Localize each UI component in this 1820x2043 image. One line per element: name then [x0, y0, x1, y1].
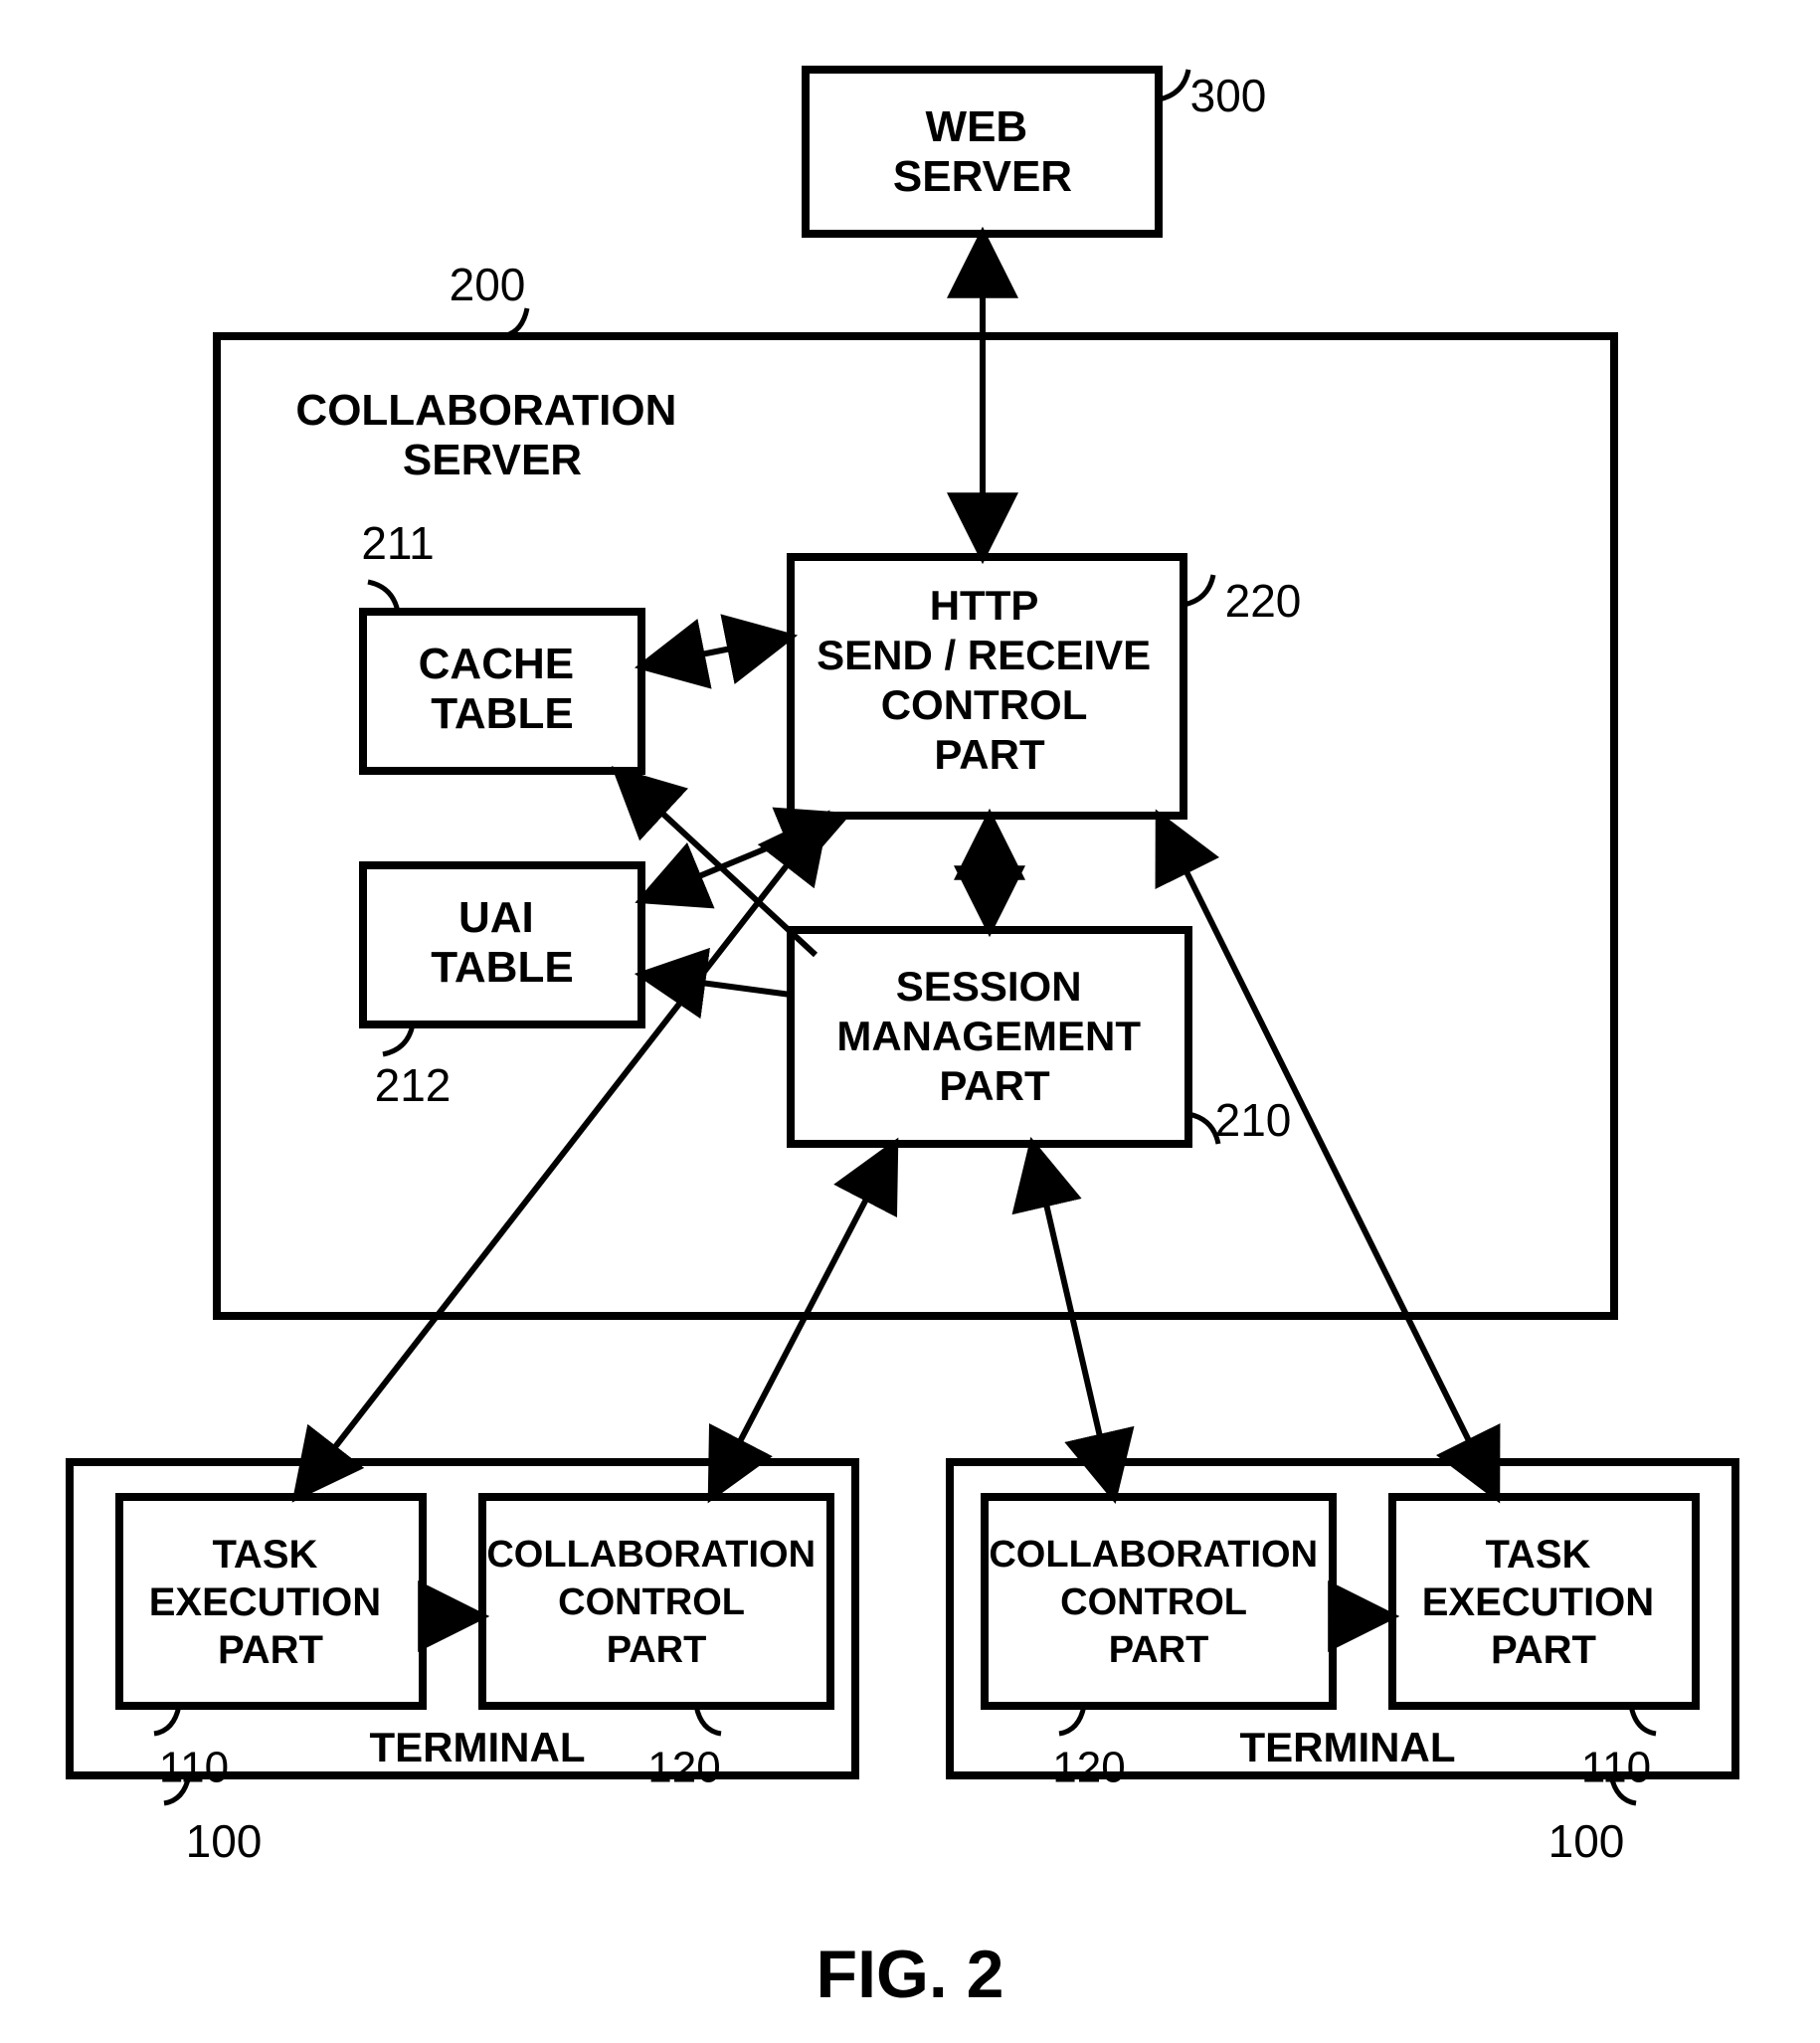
collaboration-server-label: COLLABORATION SERVER: [295, 386, 688, 484]
arrow-session-uai: [641, 975, 791, 995]
session-mgmt-box: SESSION MANAGEMENT PART 210: [791, 930, 1291, 1146]
terminal-left-ref: 100: [186, 1815, 263, 1867]
uai-table-box: UAI TABLE 212: [363, 865, 641, 1111]
collab-ctrl-right-label: COLLABORATION CONTROL PART: [989, 1534, 1328, 1671]
collaboration-server-ref: 200: [450, 259, 526, 310]
session-mgmt-ref: 210: [1215, 1094, 1292, 1146]
cache-table-ref: 211: [361, 517, 434, 569]
arrow-ccR-session: [1032, 1144, 1114, 1497]
arrow-cache-http: [641, 637, 791, 666]
arrow-ccL-session: [711, 1144, 895, 1497]
terminal-right-label: TERMINAL: [1240, 1724, 1456, 1770]
uai-table-label: UAI TABLE: [431, 893, 573, 992]
terminal-left-box: TERMINAL 100: [70, 1462, 855, 1867]
cache-table-label: CACHE TABLE: [419, 640, 587, 738]
task-exec-right-ref: 110: [1581, 1744, 1651, 1792]
collab-ctrl-left-label: COLLABORATION CONTROL PART: [486, 1534, 825, 1671]
http-control-label: HTTP SEND / RECEIVE CONTROL PART: [817, 582, 1163, 778]
collab-ctrl-right-ref: 120: [1052, 1744, 1125, 1792]
cache-table-box: CACHE TABLE 211: [361, 517, 641, 771]
arrow-taskL-http: [296, 816, 825, 1497]
figure-title: FIG. 2: [817, 1937, 1004, 2012]
web-server-label: WEB SERVER: [893, 102, 1072, 201]
uai-table-ref: 212: [375, 1059, 452, 1111]
task-exec-left-ref: 110: [159, 1744, 229, 1792]
arrow-taskR-http: [1159, 816, 1497, 1497]
terminal-right-box: TERMINAL 100: [950, 1462, 1735, 1867]
web-server-box: WEB SERVER 300: [806, 70, 1266, 234]
collaboration-server-box: COLLABORATION SERVER 200: [217, 259, 1614, 1316]
http-control-box: HTTP SEND / RECEIVE CONTROL PART 220: [791, 557, 1301, 816]
session-mgmt-label: SESSION MANAGEMENT PART: [836, 963, 1152, 1109]
terminal-right-ref: 100: [1548, 1815, 1625, 1867]
task-exec-left-label: TASK EXECUTION PART: [149, 1533, 392, 1672]
web-server-ref: 300: [1190, 70, 1267, 121]
http-control-ref: 220: [1225, 575, 1302, 627]
task-exec-right-label: TASK EXECUTION PART: [1422, 1533, 1665, 1672]
collab-ctrl-left-ref: 120: [647, 1744, 720, 1792]
terminal-left-label: TERMINAL: [370, 1724, 586, 1770]
